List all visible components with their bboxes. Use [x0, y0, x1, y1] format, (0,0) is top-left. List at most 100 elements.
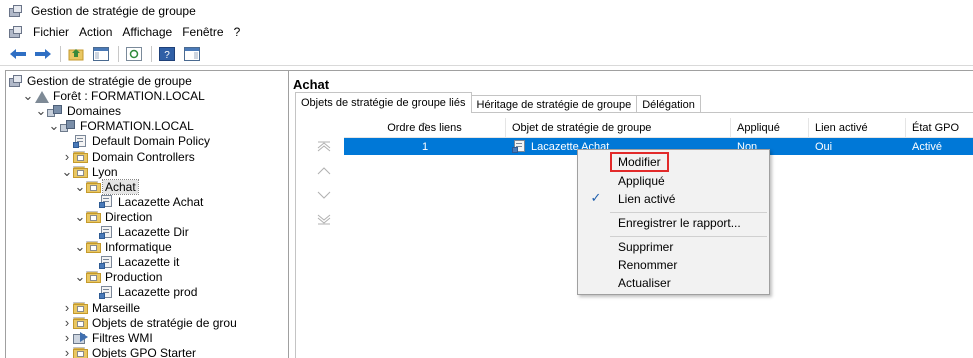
- ou-folder-icon: [73, 165, 88, 178]
- menu-item-modifier[interactable]: Modifier: [610, 152, 669, 172]
- toolbar-separator: [151, 45, 152, 62]
- tree-item-label: Default Domain Policy: [92, 134, 211, 149]
- menu-item-renommer[interactable]: Renommer: [618, 256, 677, 274]
- collapse-chevron-icon[interactable]: ⌄: [74, 269, 86, 285]
- expand-chevron-icon[interactable]: ›: [61, 315, 73, 331]
- tree-item[interactable]: Lacazette Achat: [87, 194, 203, 210]
- tab-inheritance[interactable]: Héritage de stratégie de groupe: [470, 95, 638, 113]
- cell-link-enabled: Oui: [815, 140, 833, 153]
- expand-chevron-icon[interactable]: ›: [61, 300, 73, 316]
- gpo-link-icon: [99, 195, 114, 209]
- tree-item-label: Objets GPO Starter: [92, 345, 197, 358]
- system-menu-icon[interactable]: [9, 25, 23, 39]
- tree-item[interactable]: › Objets de stratégie de grou: [61, 315, 237, 331]
- expand-chevron-icon[interactable]: ›: [61, 149, 73, 165]
- menu-item-supprimer[interactable]: Supprimer: [618, 238, 673, 256]
- tree-item[interactable]: ⌄ Direction: [74, 209, 153, 225]
- tree-item[interactable]: › Objets GPO Starter: [61, 345, 196, 358]
- collapse-chevron-icon[interactable]: ⌄: [22, 88, 34, 104]
- tab-linked-gpos[interactable]: Objets de stratégie de groupe liés: [295, 92, 472, 113]
- collapse-chevron-icon[interactable]: ⌄: [74, 239, 86, 255]
- tree-item-label: Forêt : FORMATION.LOCAL: [53, 89, 205, 104]
- ou-folder-icon: [86, 210, 101, 223]
- move-up-icon: [317, 166, 331, 174]
- ou-folder-icon: [86, 180, 101, 193]
- menu-help[interactable]: ?: [234, 25, 241, 39]
- refresh-button[interactable]: [124, 45, 144, 63]
- collapse-chevron-icon[interactable]: ⌄: [74, 209, 86, 225]
- column-header-gpo-status[interactable]: État GPO: [906, 118, 973, 138]
- tree-item-label: Filtres WMI: [92, 330, 153, 345]
- move-up-button[interactable]: [314, 162, 334, 179]
- menu-bar: Fichier Action Affichage Fenêtre ?: [0, 22, 973, 42]
- tab-delegation[interactable]: Délégation: [636, 95, 701, 113]
- tree-item[interactable]: › Domain Controllers: [61, 149, 195, 165]
- tree-item[interactable]: Lacazette Dir: [87, 224, 189, 240]
- menu-item-actualiser[interactable]: Actualiser: [618, 274, 671, 292]
- tree-item[interactable]: ⌄ FORMATION.LOCAL: [48, 118, 194, 134]
- expand-chevron-icon[interactable]: ›: [61, 345, 73, 358]
- refresh-icon: [126, 46, 142, 61]
- tree-item-label: Lacazette Achat: [118, 194, 204, 209]
- tree-item-label: Informatique: [105, 240, 172, 255]
- tree-item-label: FORMATION.LOCAL: [80, 119, 194, 134]
- column-header-gpo[interactable]: Objet de stratégie de groupe: [506, 118, 731, 138]
- column-header-enforced[interactable]: Appliqué: [731, 118, 809, 138]
- help-icon: ?: [159, 46, 175, 61]
- column-header-link-enabled[interactable]: Lien activé: [809, 118, 906, 138]
- sort-ascending-icon: ︿: [419, 117, 429, 127]
- tree-item[interactable]: ⌄ Lyon: [61, 164, 118, 180]
- show-hide-tree-button[interactable]: [91, 45, 111, 63]
- collapse-chevron-icon[interactable]: ⌄: [61, 164, 73, 180]
- tree-item[interactable]: Lacazette prod: [87, 284, 197, 300]
- tree-item[interactable]: ⌄ Domaines: [35, 103, 121, 119]
- toolbar-separator: [60, 45, 61, 62]
- move-bottom-icon: [317, 214, 331, 224]
- column-header-link-order[interactable]: ︿ Ordre des liens: [344, 117, 506, 138]
- starter-gpo-icon: [73, 346, 88, 358]
- forward-button[interactable]: [33, 45, 53, 63]
- tree-item[interactable]: ⌄ Forêt : FORMATION.LOCAL: [22, 88, 205, 104]
- link-order-controls: [314, 138, 334, 234]
- menu-item-enregistrer-rapport[interactable]: Enregistrer le rapport...: [618, 214, 741, 232]
- collapse-chevron-icon[interactable]: ⌄: [74, 179, 86, 195]
- help-button[interactable]: ?: [157, 45, 177, 63]
- tree-item-label: Lyon: [92, 164, 118, 179]
- move-bottom-button[interactable]: [314, 210, 334, 227]
- table-header: ︿ Ordre des liens Objet de stratégie de …: [344, 117, 973, 138]
- menu-fenetre[interactable]: Fenêtre: [182, 25, 223, 39]
- wmi-filter-icon: [73, 331, 88, 344]
- back-button[interactable]: [8, 45, 28, 63]
- collapse-chevron-icon[interactable]: ⌄: [48, 118, 60, 134]
- pane-title: Achat: [293, 77, 330, 92]
- tree-item[interactable]: Lacazette it: [87, 254, 179, 270]
- gpo-link-icon: [99, 255, 114, 269]
- menu-item-lien-active[interactable]: Lien activé: [618, 190, 675, 208]
- move-top-button[interactable]: [314, 138, 334, 155]
- move-down-button[interactable]: [314, 186, 334, 203]
- tree-item[interactable]: ⌄ Achat: [74, 178, 139, 195]
- up-folder-button[interactable]: [66, 45, 86, 63]
- tree-item-label: Marseille: [92, 300, 141, 315]
- tree-item[interactable]: ⌄ Production: [74, 269, 163, 285]
- domain-icon: [60, 119, 76, 133]
- expand-chevron-icon[interactable]: ›: [61, 330, 73, 346]
- menu-item-applique[interactable]: Appliqué: [618, 172, 665, 190]
- menu-affichage[interactable]: Affichage: [122, 25, 172, 39]
- menu-fichier[interactable]: Fichier: [33, 25, 69, 39]
- menu-separator: [610, 236, 767, 237]
- collapse-chevron-icon[interactable]: ⌄: [35, 103, 47, 119]
- tree-item[interactable]: › Marseille: [61, 300, 140, 316]
- menu-action[interactable]: Action: [79, 25, 112, 39]
- tree-item[interactable]: Default Domain Policy: [61, 133, 210, 149]
- tree-item-label: Lacazette Dir: [118, 225, 189, 239]
- console-tree[interactable]: Gestion de stratégie de groupe ⌄ Forêt : F…: [5, 70, 289, 358]
- action-pane-button[interactable]: [182, 45, 202, 63]
- tree-item-label: Achat: [102, 178, 139, 195]
- tree-item[interactable]: Gestion de stratégie de groupe: [9, 73, 192, 89]
- action-pane-icon: [184, 46, 200, 61]
- tree-item[interactable]: ⌄ Informatique: [74, 239, 172, 255]
- tree-item[interactable]: › Filtres WMI: [61, 330, 153, 346]
